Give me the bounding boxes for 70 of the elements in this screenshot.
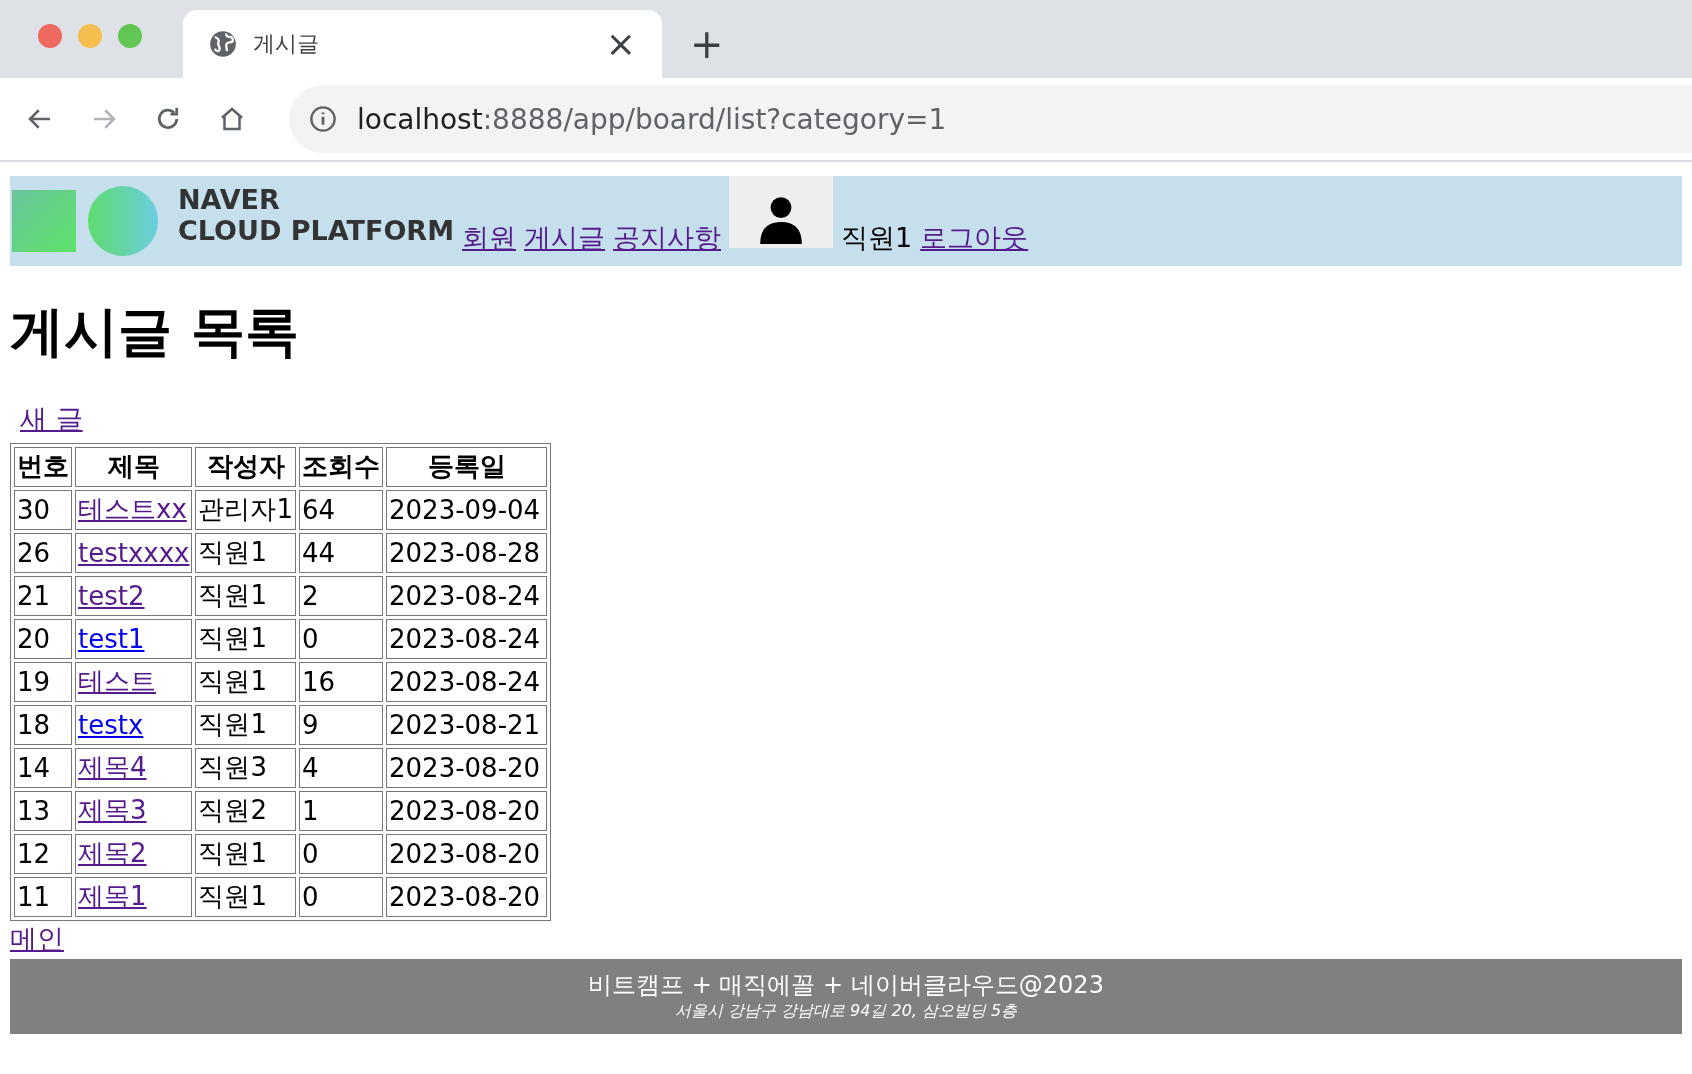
table-cell: 2023-08-20 <box>386 790 548 831</box>
nav-link[interactable]: 게시글 <box>524 220 605 256</box>
table-cell: 16 <box>299 661 384 702</box>
table-cell: 14 <box>14 747 72 788</box>
maximize-window-button[interactable] <box>118 24 142 48</box>
globe-icon <box>209 30 237 58</box>
table-cell: 2023-09-04 <box>386 489 548 530</box>
table-cell: 20 <box>14 618 72 659</box>
url-text: localhost:8888/app/board/list?category=1 <box>357 102 947 136</box>
user-name: 직원1 <box>841 221 913 255</box>
nav-link[interactable]: 회원 <box>462 220 516 256</box>
table-cell: 64 <box>299 489 384 530</box>
table-cell: 26 <box>14 532 72 573</box>
table-cell: 직원1 <box>195 661 297 702</box>
logout-link[interactable]: 로그아웃 <box>920 220 1029 256</box>
table-cell: 21 <box>14 575 72 616</box>
new-tab-button[interactable]: + <box>690 24 724 64</box>
logo-text: CLOUD PLATFORM <box>178 214 454 246</box>
table-cell: 2023-08-20 <box>386 876 548 917</box>
column-header: 제목 <box>75 446 193 487</box>
table-cell: 직원1 <box>195 575 297 616</box>
nav-link[interactable]: 공지사항 <box>613 220 721 256</box>
footer-address: 서울시 강남구 강남대로 94길 20, 삼오빌딩 5층 <box>674 1000 1018 1022</box>
table-cell: 19 <box>14 661 72 702</box>
table-cell: 0 <box>299 833 384 874</box>
table-cell: 9 <box>299 704 384 745</box>
column-header: 조회수 <box>299 446 384 487</box>
minimize-window-button[interactable] <box>78 24 102 48</box>
table-cell: 2023-08-24 <box>386 575 548 616</box>
table-cell: 직원1 <box>195 876 297 917</box>
column-header: 번호 <box>14 446 72 487</box>
table-cell: 2023-08-20 <box>386 833 548 874</box>
table-cell: 직원1 <box>195 704 297 745</box>
avatar-silhouette-icon <box>729 176 833 248</box>
table-cell: 직원1 <box>195 833 297 874</box>
logo-text: NAVER <box>178 183 281 215</box>
page-title: 게시글 목록 <box>10 300 300 365</box>
table-cell: 직원1 <box>195 532 297 573</box>
table-cell: 4 <box>299 747 384 788</box>
table-cell: 13 <box>14 790 72 831</box>
table-cell: 11 <box>14 876 72 917</box>
table-cell: 2023-08-24 <box>386 661 548 702</box>
new-post-link[interactable]: 새 글 <box>20 402 83 434</box>
table-cell: 0 <box>299 876 384 917</box>
table-cell: 18 <box>14 704 72 745</box>
column-header: 작성자 <box>195 446 297 487</box>
browser-tab[interactable]: 게시글 × <box>183 10 662 78</box>
table-cell: 직원3 <box>195 747 297 788</box>
table-cell: 직원2 <box>195 790 297 831</box>
close-tab-button[interactable]: × <box>605 26 636 62</box>
table-cell: 2 <box>299 575 384 616</box>
table-cell: 12 <box>14 833 72 874</box>
column-header: 등록일 <box>386 446 548 487</box>
table-cell: 직원1 <box>195 618 297 659</box>
table-cell: 44 <box>299 532 384 573</box>
tab-title: 게시글 <box>253 30 320 58</box>
logo-square-icon <box>12 190 76 252</box>
info-icon <box>309 105 337 133</box>
table-cell: 2023-08-28 <box>386 532 548 573</box>
address-bar[interactable]: localhost:8888/app/board/list?category=1 <box>289 85 1692 153</box>
close-window-button[interactable] <box>38 24 62 48</box>
table-cell: 관리자1 <box>195 489 297 530</box>
table-cell: 30 <box>14 489 72 530</box>
table-cell: 0 <box>299 618 384 659</box>
footer-title: 비트캠프 + 매직에꼴 + 네이버클라우드@2023 <box>588 969 1104 1001</box>
main-link[interactable]: 메인 <box>10 920 64 957</box>
table-cell: 2023-08-21 <box>386 704 548 745</box>
table-cell: 2023-08-20 <box>386 747 548 788</box>
table-cell: 1 <box>299 790 384 831</box>
table-cell: 2023-08-24 <box>386 618 548 659</box>
